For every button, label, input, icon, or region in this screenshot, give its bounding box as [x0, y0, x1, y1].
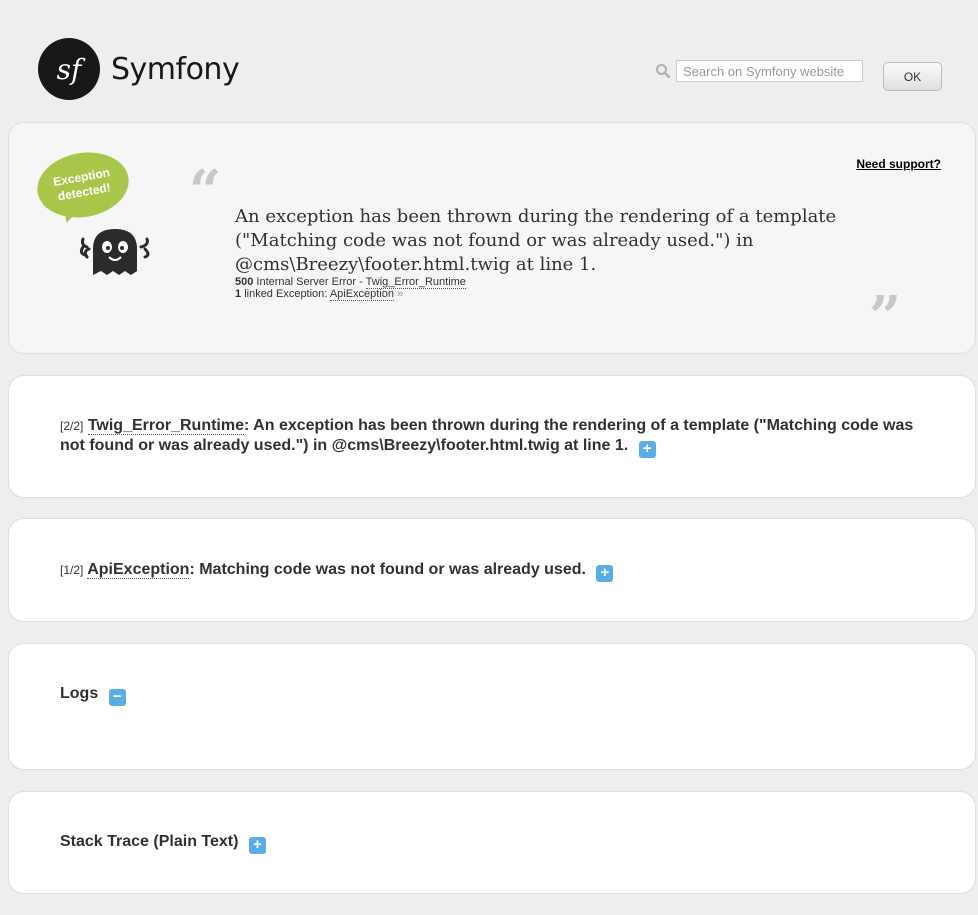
exception-class[interactable]: Twig_Error_Runtime — [87, 417, 244, 435]
linked-count: 1 — [235, 288, 242, 300]
expand-toggle-icon[interactable]: + — [596, 565, 614, 582]
close-quote-icon: ” — [869, 284, 902, 350]
error-message: An exception has been thrown during the … — [235, 206, 837, 275]
exception-title: [2/2] Twig_Error_Runtime: An exception h… — [60, 416, 940, 458]
stack-trace-panel: Stack Trace (Plain Text) + — [8, 791, 976, 894]
exception-title: [1/2] ApiException: Matching code was no… — [60, 560, 940, 582]
logs-header: Logs − — [60, 685, 126, 706]
linked-class-link[interactable]: ApiException — [329, 288, 395, 301]
header: sf Symfony OK — [0, 0, 978, 122]
exception-panel-1: [1/2] ApiException: Matching code was no… — [8, 518, 976, 622]
search-input[interactable] — [676, 60, 863, 82]
status-code: 500 — [235, 276, 254, 288]
exception-index: [1/2] — [60, 563, 84, 577]
need-support-link[interactable]: Need support? — [856, 157, 941, 171]
linked-text: linked Exception: — [244, 288, 328, 300]
error-meta: 500 Internal Server Error - Twig_Error_R… — [235, 276, 466, 301]
error-summary-panel: Exception detected! “ Need support? An e… — [8, 122, 976, 354]
linked-arrow-icon: » — [397, 288, 404, 300]
ghost-mascot-icon — [79, 229, 150, 275]
search-form — [655, 60, 863, 82]
open-quote-icon: “ — [189, 158, 222, 224]
search-ok-button[interactable]: OK — [883, 62, 942, 91]
stack-trace-title: Stack Trace (Plain Text) — [60, 833, 239, 850]
logs-title: Logs — [60, 685, 99, 702]
symfony-logo[interactable]: sf Symfony — [38, 38, 240, 100]
exception-message: : Matching code was not found or was alr… — [189, 561, 586, 578]
search-icon — [656, 64, 671, 79]
status-text: Internal Server Error - — [256, 276, 363, 288]
exception-panel-2: [2/2] Twig_Error_Runtime: An exception h… — [8, 375, 976, 498]
expand-toggle-icon[interactable]: + — [248, 837, 266, 854]
symfony-logo-icon: sf — [38, 38, 100, 100]
stack-trace-header: Stack Trace (Plain Text) + — [60, 833, 266, 854]
exception-index: [2/2] — [60, 419, 84, 433]
linked-exception-line: 1 linked Exception: ApiException » — [235, 288, 466, 301]
logs-panel: Logs − — [8, 643, 976, 770]
expand-toggle-icon[interactable]: + — [638, 441, 656, 458]
exception-class[interactable]: ApiException — [87, 561, 190, 579]
exception-detected-badge: Exception detected! — [32, 145, 134, 225]
status-line: 500 Internal Server Error - Twig_Error_R… — [235, 276, 466, 289]
brand-name: Symfony — [111, 51, 240, 87]
collapse-toggle-icon[interactable]: − — [108, 689, 126, 706]
